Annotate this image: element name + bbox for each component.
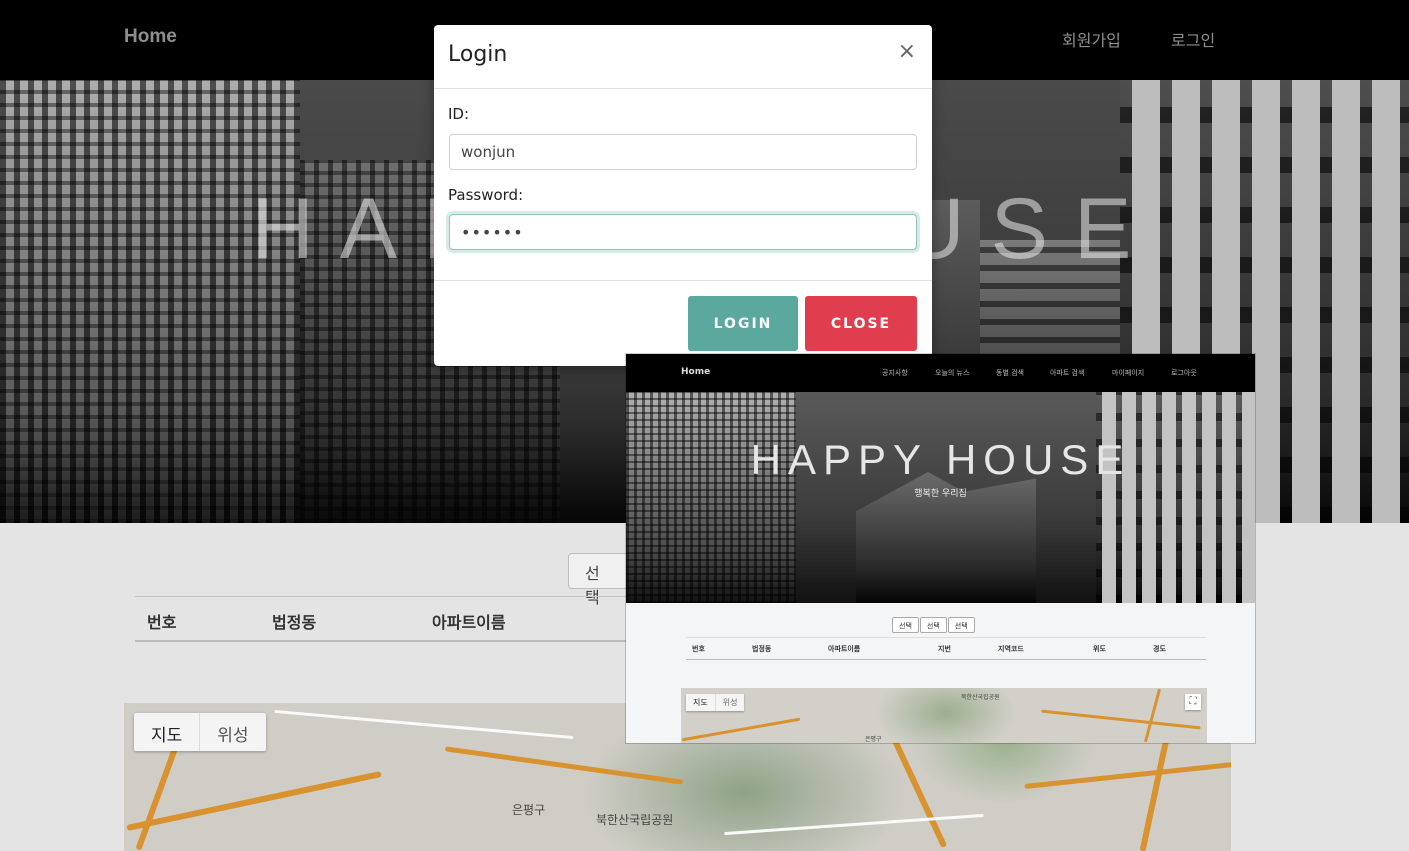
map-type-satellite-button[interactable]: 위성 bbox=[199, 713, 265, 751]
preview-nav-dong-search[interactable]: 동별 검색 bbox=[996, 368, 1024, 378]
preview-nav-news[interactable]: 오늘의 뉴스 bbox=[935, 368, 969, 378]
preview-map[interactable]: 지도 위성 북한산국립공원 은평구 ⛶ bbox=[681, 688, 1207, 743]
map-road bbox=[1024, 762, 1231, 789]
home-link[interactable]: Home bbox=[124, 26, 177, 48]
preview-dong-select[interactable]: 선택 bbox=[947, 617, 975, 633]
column-header: 아파트이름 bbox=[828, 645, 861, 653]
map-road bbox=[886, 727, 948, 849]
map-road bbox=[1041, 709, 1201, 730]
table-header: 번호 법정동 아파트이름 bbox=[135, 596, 635, 642]
column-header: 지번 bbox=[938, 645, 951, 653]
preview-table-header: 번호 법정동 아파트이름 지번 지역코드 위도 경도 bbox=[686, 637, 1206, 660]
region-select[interactable]: 선택 bbox=[568, 553, 628, 607]
map-type-map-button[interactable]: 지도 bbox=[134, 713, 199, 751]
column-header: 위도 bbox=[1093, 645, 1106, 653]
preview-hero: HAPPY HOUSE 행복한 우리집 bbox=[626, 392, 1255, 603]
id-field[interactable] bbox=[449, 134, 917, 170]
map-type-control: 지도 위성 bbox=[134, 713, 266, 751]
modal-body: ID: Password: bbox=[434, 89, 932, 281]
map-label: 은평구 bbox=[865, 736, 882, 743]
map-road bbox=[681, 717, 801, 742]
column-header: 지역코드 bbox=[998, 645, 1024, 653]
id-label: ID: bbox=[448, 105, 470, 123]
column-header: 법정동 bbox=[272, 613, 317, 632]
map-road bbox=[444, 746, 684, 785]
preview-home-link[interactable]: Home bbox=[681, 367, 710, 377]
preview-navbar: Home 공지사항 오늘의 뉴스 동별 검색 아파트 검색 마이페이지 로그아웃 bbox=[626, 354, 1255, 392]
column-header: 번호 bbox=[147, 613, 177, 632]
login-modal: Login × ID: Password: LOGIN CLOSE bbox=[434, 25, 932, 366]
map-label: 북한산국립공원 bbox=[596, 813, 674, 827]
map-road bbox=[724, 813, 984, 836]
close-button[interactable]: CLOSE bbox=[805, 296, 917, 351]
map-label: 은평구 bbox=[512, 803, 546, 817]
map-road bbox=[135, 745, 179, 851]
fullscreen-icon[interactable]: ⛶ bbox=[1185, 694, 1201, 710]
column-header: 경도 bbox=[1153, 645, 1166, 653]
preview-select-group: 선택 선택 선택 bbox=[892, 617, 975, 633]
map-label: 북한산국립공원 bbox=[961, 694, 1000, 701]
password-label: Password: bbox=[448, 186, 524, 204]
preview-map-type-map-button[interactable]: 지도 bbox=[686, 694, 715, 711]
preview-gu-select[interactable]: 선택 bbox=[919, 617, 947, 633]
column-header: 번호 bbox=[692, 645, 705, 653]
close-icon[interactable]: × bbox=[898, 39, 916, 64]
preview-map-type-satellite-button[interactable]: 위성 bbox=[714, 694, 745, 711]
preview-nav-notice[interactable]: 공지사항 bbox=[882, 368, 908, 378]
password-field[interactable] bbox=[449, 214, 917, 250]
column-header: 법정동 bbox=[752, 645, 772, 653]
preview-nav-logout[interactable]: 로그아웃 bbox=[1171, 368, 1197, 378]
preview-hero-subtitle: 행복한 우리집 bbox=[914, 489, 967, 499]
preview-nav-mypage[interactable]: 마이페이지 bbox=[1112, 368, 1144, 378]
nav-login-link[interactable]: 로그인 bbox=[1171, 27, 1215, 51]
column-header: 아파트이름 bbox=[432, 613, 506, 632]
login-button[interactable]: LOGIN bbox=[688, 296, 798, 351]
preview-hero-title: HAPPY HOUSE bbox=[750, 436, 1131, 483]
preview-map-type-control: 지도 위성 bbox=[686, 694, 745, 711]
preview-nav-apt-search[interactable]: 아파트 검색 bbox=[1050, 368, 1084, 378]
hero-building-image bbox=[0, 80, 300, 523]
modal-title: Login bbox=[448, 42, 508, 67]
preview-city-select[interactable]: 선택 bbox=[892, 617, 919, 633]
nav-signup-link[interactable]: 회원가입 bbox=[1062, 27, 1121, 51]
modal-header: Login × bbox=[434, 25, 932, 89]
screenshot-preview: Home 공지사항 오늘의 뉴스 동별 검색 아파트 검색 마이페이지 로그아웃… bbox=[626, 354, 1255, 743]
map-road bbox=[274, 709, 574, 740]
map-road bbox=[1143, 688, 1162, 743]
